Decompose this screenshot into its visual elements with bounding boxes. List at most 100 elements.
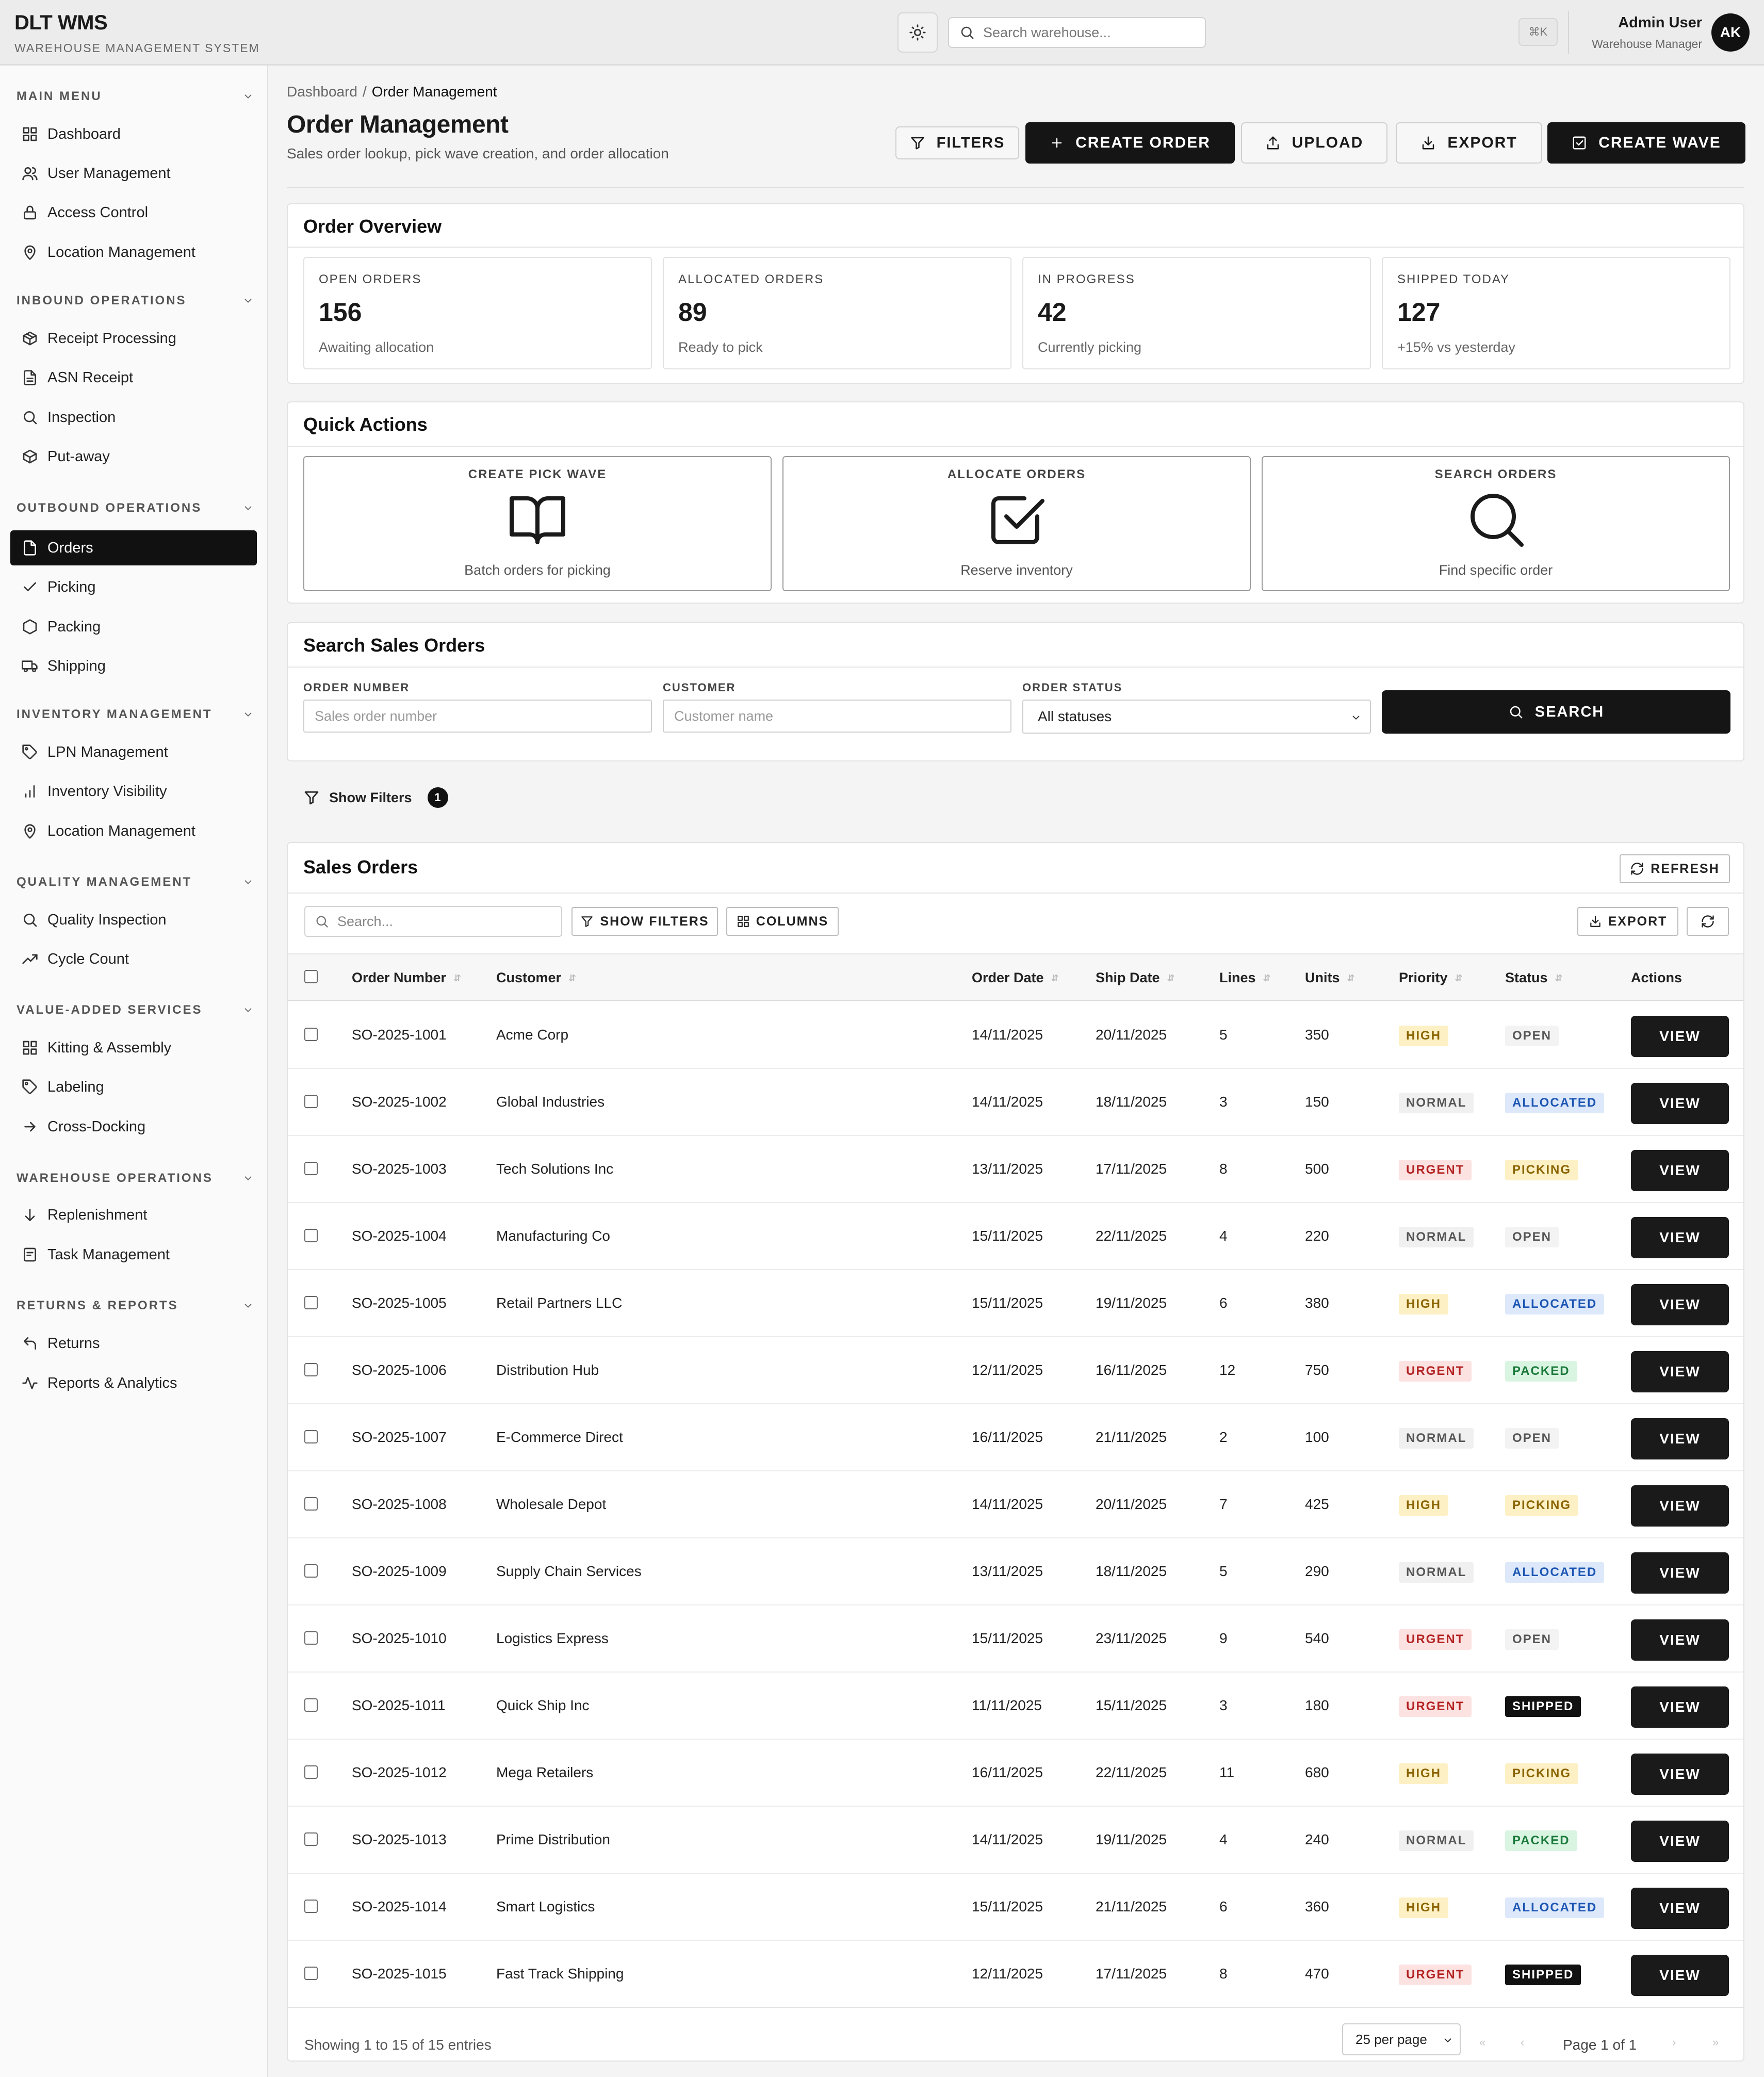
sidebar-item-labeling[interactable]: Labeling [10, 1069, 257, 1105]
row-checkbox[interactable] [304, 1363, 318, 1376]
view-button[interactable]: VIEW [1631, 1955, 1729, 1996]
sidebar-item-put-away[interactable]: Put-away [10, 439, 257, 474]
upload-button[interactable]: UPLOAD [1241, 122, 1387, 164]
row-checkbox[interactable] [304, 1967, 318, 1980]
column-status[interactable]: Status ⇵ [1505, 970, 1563, 986]
order-date-cell: 16/11/2025 [972, 1429, 1043, 1445]
sidebar-item-reports[interactable]: Reports & Analytics [10, 1366, 257, 1401]
sidebar-item-lpn-management[interactable]: LPN Management [10, 735, 257, 770]
view-button[interactable]: VIEW [1631, 1821, 1729, 1862]
first-page-icon[interactable]: « [1479, 2036, 1485, 2049]
row-checkbox[interactable] [304, 1900, 318, 1913]
sidebar-section-inventory[interactable]: INVENTORY MANAGEMENT [17, 704, 254, 725]
view-button[interactable]: VIEW [1631, 1351, 1729, 1392]
sidebar-item-returns[interactable]: Returns [10, 1326, 257, 1361]
global-search-input[interactable]: Search warehouse... [948, 17, 1206, 48]
row-checkbox[interactable] [304, 1564, 318, 1578]
sidebar-item-replenishment[interactable]: Replenishment [10, 1197, 257, 1232]
quick-action-allocate-orders[interactable]: ALLOCATE ORDERS Reserve inventory [782, 456, 1251, 591]
columns-button[interactable]: COLUMNS [726, 907, 839, 936]
sidebar-item-location-management-2[interactable]: Location Management [10, 814, 257, 849]
customer-input[interactable] [663, 700, 1011, 733]
sidebar-section-value-added[interactable]: VALUE-ADDED SERVICES [17, 1000, 254, 1020]
sidebar-item-dashboard[interactable]: Dashboard [10, 117, 257, 152]
table-show-filters-button[interactable]: SHOW FILTERS [571, 907, 718, 936]
row-checkbox[interactable] [304, 1229, 318, 1242]
theme-toggle-button[interactable] [897, 12, 938, 53]
quick-action-search-orders[interactable]: SEARCH ORDERS Find specific order [1262, 456, 1730, 591]
select-all-checkbox[interactable] [304, 970, 318, 983]
view-button[interactable]: VIEW [1631, 1016, 1729, 1057]
column-priority[interactable]: Priority ⇵ [1399, 970, 1463, 986]
order-number-input[interactable] [303, 700, 652, 733]
row-checkbox[interactable] [304, 1631, 318, 1645]
view-button[interactable]: VIEW [1631, 1888, 1729, 1929]
row-checkbox[interactable] [304, 1028, 318, 1041]
last-page-icon[interactable]: » [1712, 2036, 1719, 2049]
column-order-number[interactable]: Order Number ⇵ [352, 970, 461, 986]
sidebar-item-access-control[interactable]: Access Control [10, 195, 257, 230]
sidebar-item-picking[interactable]: Picking [10, 570, 257, 605]
sidebar-section-quality[interactable]: QUALITY MANAGEMENT [17, 872, 254, 893]
view-button[interactable]: VIEW [1631, 1217, 1729, 1258]
next-page-icon[interactable]: › [1672, 2036, 1676, 2049]
sidebar-item-cross-docking[interactable]: Cross-Docking [10, 1109, 257, 1144]
column-customer[interactable]: Customer ⇵ [496, 970, 576, 986]
sidebar-item-inventory-visibility[interactable]: Inventory Visibility [10, 774, 257, 809]
sidebar-section-outbound[interactable]: OUTBOUND OPERATIONS [17, 498, 254, 518]
sidebar-item-quality-inspection[interactable]: Quality Inspection [10, 902, 257, 937]
view-button[interactable]: VIEW [1631, 1754, 1729, 1795]
sidebar-item-receipt-processing[interactable]: Receipt Processing [10, 321, 257, 356]
column-ship-date[interactable]: Ship Date ⇵ [1096, 970, 1175, 986]
sidebar-section-returns-reports[interactable]: RETURNS & REPORTS [17, 1295, 254, 1316]
sidebar-item-shipping[interactable]: Shipping [10, 648, 257, 684]
view-button[interactable]: VIEW [1631, 1552, 1729, 1594]
per-page-select[interactable]: 25 per page [1342, 2023, 1461, 2055]
view-button[interactable]: VIEW [1631, 1150, 1729, 1191]
row-checkbox[interactable] [304, 1832, 318, 1846]
filters-button[interactable]: FILTERS [895, 126, 1019, 159]
row-checkbox[interactable] [304, 1765, 318, 1779]
column-order-date[interactable]: Order Date ⇵ [972, 970, 1059, 986]
view-button[interactable]: VIEW [1631, 1686, 1729, 1728]
export-button[interactable]: EXPORT [1396, 122, 1542, 164]
search-button[interactable]: SEARCH [1382, 690, 1730, 734]
sidebar-item-location-management[interactable]: Location Management [10, 235, 257, 270]
row-checkbox[interactable] [304, 1162, 318, 1175]
sidebar-item-orders[interactable]: Orders [10, 530, 257, 565]
sidebar-section-inbound[interactable]: INBOUND OPERATIONS [17, 290, 254, 311]
prev-page-icon[interactable]: ‹ [1521, 2036, 1524, 2049]
show-filters-toggle[interactable]: Show Filters 1 [303, 787, 448, 808]
view-button[interactable]: VIEW [1631, 1485, 1729, 1527]
row-checkbox[interactable] [304, 1497, 318, 1511]
sidebar-item-asn-receipt[interactable]: ASN Receipt [10, 360, 257, 395]
order-status-select[interactable]: All statuses [1022, 700, 1371, 734]
row-checkbox[interactable] [304, 1698, 318, 1712]
sidebar-item-task-management[interactable]: Task Management [10, 1237, 257, 1272]
create-wave-button[interactable]: CREATE WAVE [1547, 122, 1745, 164]
sidebar-item-user-management[interactable]: User Management [10, 156, 257, 191]
view-button[interactable]: VIEW [1631, 1619, 1729, 1661]
sidebar-section-warehouse-ops[interactable]: WAREHOUSE OPERATIONS [17, 1168, 254, 1189]
create-order-button[interactable]: CREATE ORDER [1025, 122, 1235, 164]
table-refresh-button[interactable] [1687, 907, 1729, 936]
table-export-button[interactable]: EXPORT [1577, 907, 1678, 936]
row-checkbox[interactable] [304, 1296, 318, 1309]
column-lines[interactable]: Lines ⇵ [1219, 970, 1271, 986]
refresh-button[interactable]: REFRESH [1620, 854, 1730, 883]
view-button[interactable]: VIEW [1631, 1083, 1729, 1124]
sidebar-item-inspection[interactable]: Inspection [10, 400, 257, 435]
row-checkbox[interactable] [304, 1095, 318, 1108]
row-checkbox[interactable] [304, 1430, 318, 1443]
sidebar-item-cycle-count[interactable]: Cycle Count [10, 942, 257, 977]
quick-action-create-pick-wave[interactable]: CREATE PICK WAVE Batch orders for pickin… [303, 456, 772, 591]
sidebar-item-kitting[interactable]: Kitting & Assembly [10, 1030, 257, 1065]
column-units[interactable]: Units ⇵ [1305, 970, 1355, 986]
sidebar-section-main-menu[interactable]: MAIN MENU [17, 86, 254, 107]
sidebar-item-packing[interactable]: Packing [10, 609, 257, 644]
view-button[interactable]: VIEW [1631, 1418, 1729, 1459]
table-search-input[interactable]: Search... [304, 906, 562, 937]
avatar[interactable]: AK [1711, 13, 1750, 52]
breadcrumb-dashboard[interactable]: Dashboard [287, 84, 357, 100]
view-button[interactable]: VIEW [1631, 1284, 1729, 1325]
